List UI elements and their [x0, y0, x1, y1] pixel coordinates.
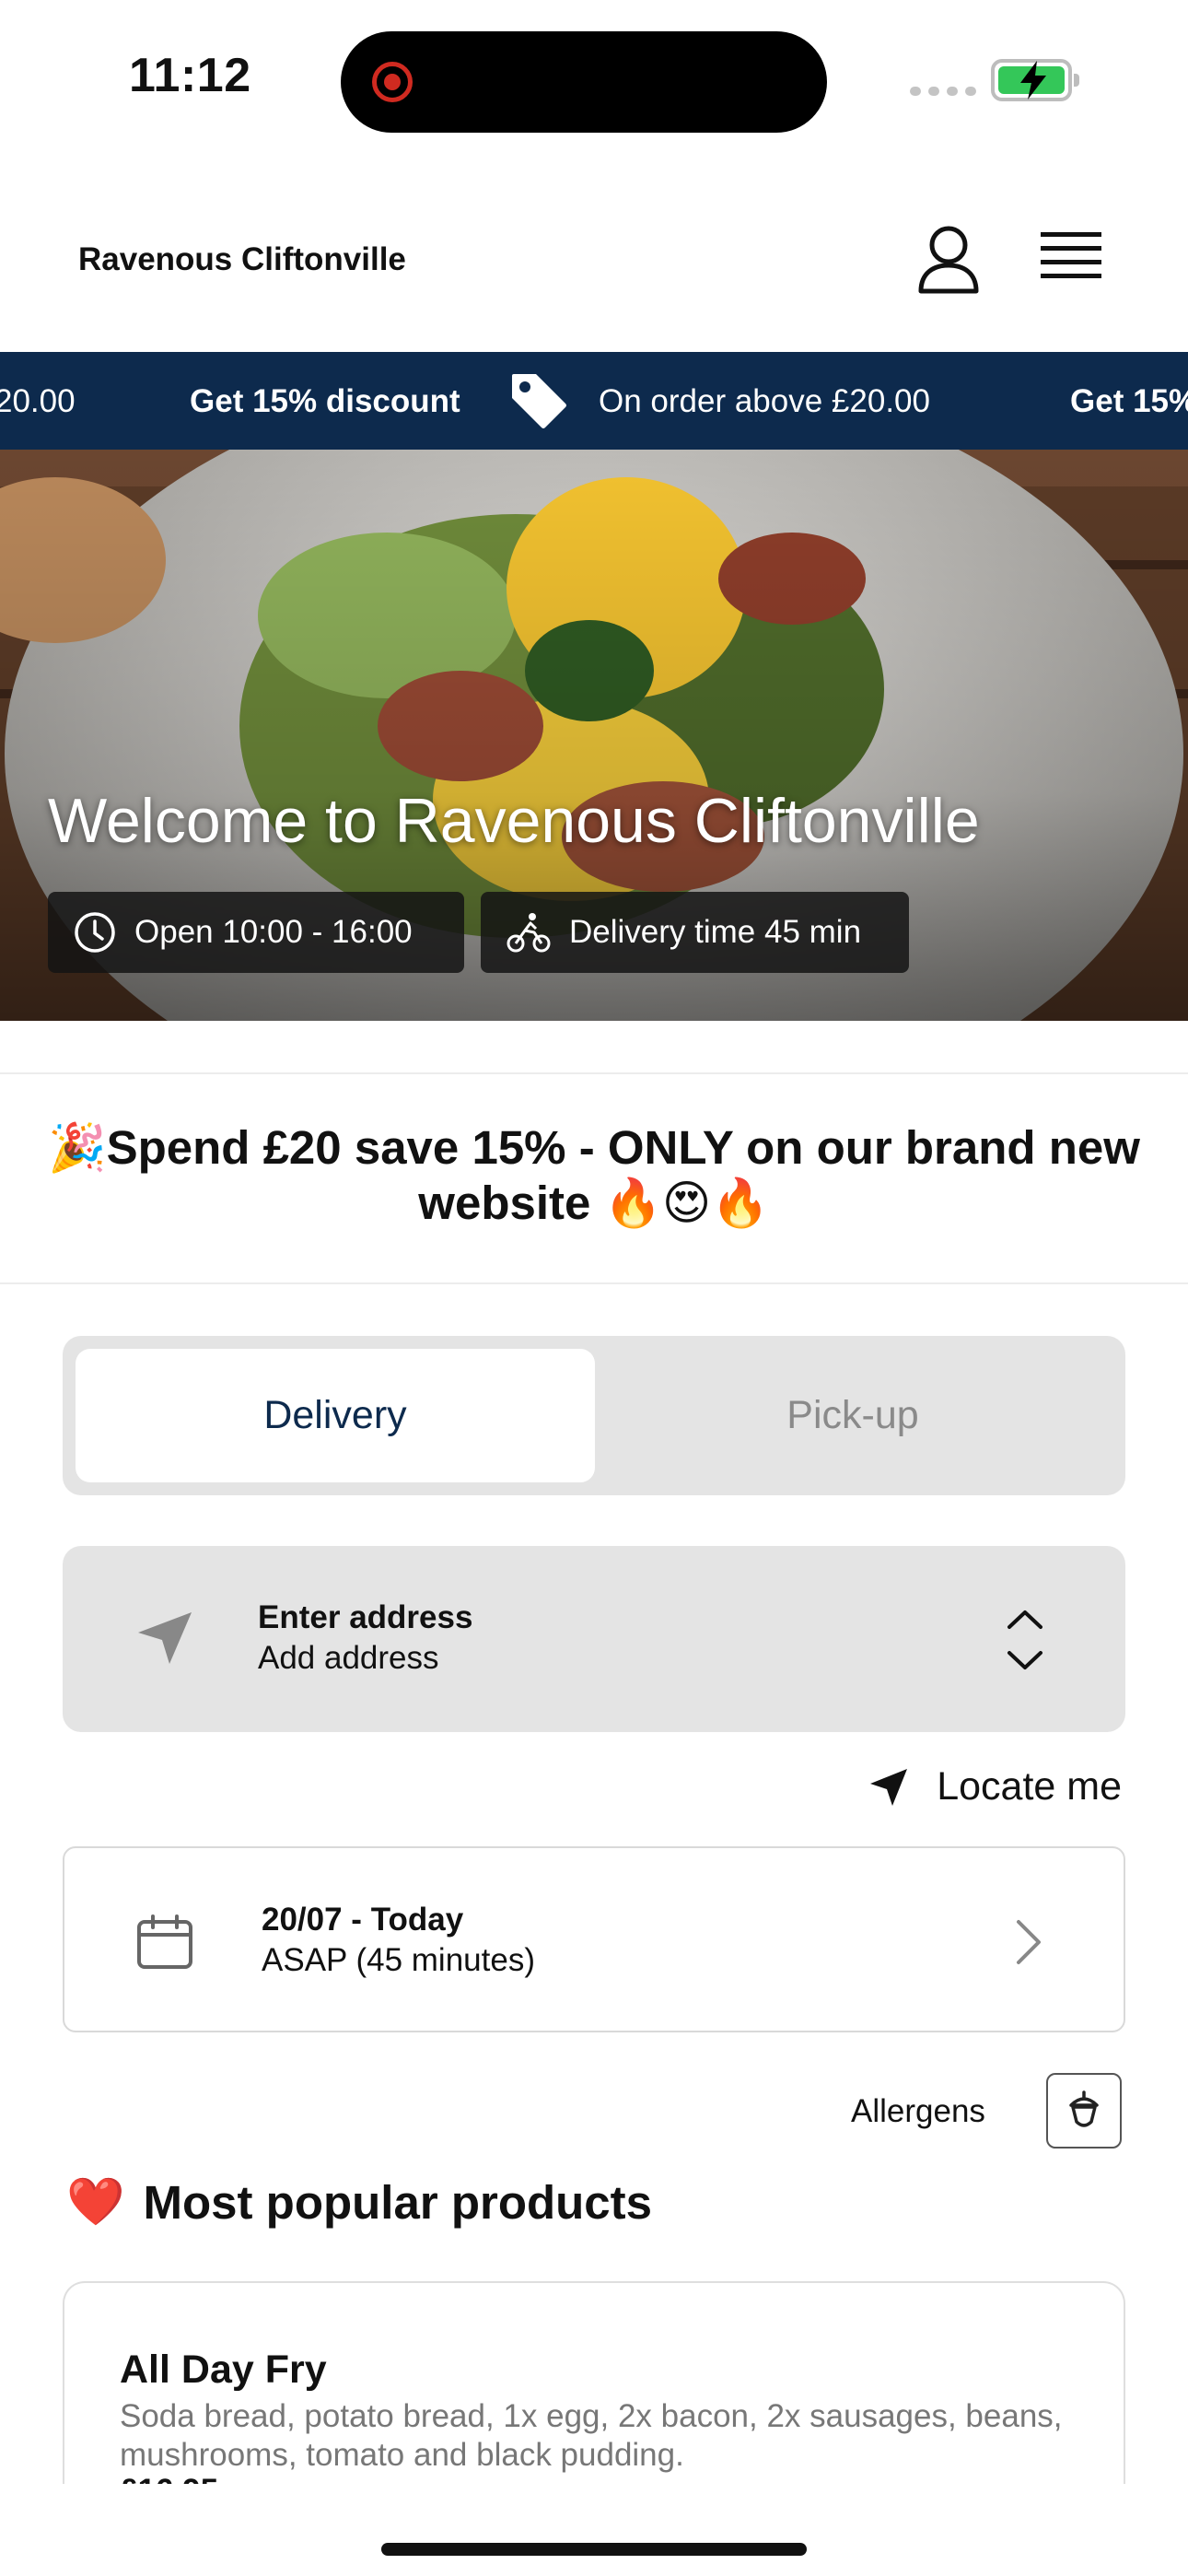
- popular-section-title: Most popular products: [143, 2175, 652, 2229]
- tab-delivery[interactable]: Delivery: [76, 1349, 595, 1482]
- promo-announcement: 🎉Spend £20 save 15% - ONLY on our brand …: [0, 1072, 1188, 1284]
- product-price: £16.95: [120, 2473, 218, 2484]
- tab-pickup[interactable]: Pick-up: [593, 1349, 1112, 1482]
- recording-icon: [372, 62, 413, 102]
- navigation-arrow-icon: [870, 1768, 908, 1806]
- delivery-date: 20/07 - Today: [262, 1902, 464, 1938]
- address-selector[interactable]: Enter address Add address: [63, 1546, 1125, 1732]
- account-icon[interactable]: [917, 225, 980, 295]
- popular-section-heading: ❤️ Most popular products: [66, 2174, 652, 2230]
- locate-me-label: Locate me: [937, 1764, 1122, 1809]
- ticker-item: On order above £20.00: [599, 383, 930, 419]
- price-tag-icon: [512, 374, 566, 428]
- heart-icon: ❤️: [66, 2175, 125, 2228]
- product-card[interactable]: All Day Fry Soda bread, potato bread, 1x…: [63, 2281, 1125, 2484]
- address-title: Enter address: [258, 1599, 473, 1635]
- hero-banner: Welcome to Ravenous Cliftonville Open 10…: [0, 450, 1188, 1021]
- order-mode-toggle: Delivery Pick-up: [63, 1336, 1125, 1495]
- battery-icon: [991, 59, 1079, 101]
- hamburger-menu-icon[interactable]: [1041, 228, 1101, 286]
- bicycle-courier-icon: [507, 913, 551, 953]
- ticker-item: 20.00: [0, 383, 76, 419]
- allergens-label: Allergens: [851, 2093, 985, 2129]
- opening-hours-chip: Open 10:00 - 16:00: [48, 892, 464, 973]
- allergens-button[interactable]: [1046, 2073, 1122, 2149]
- ticker-item: Get 15% discount: [190, 383, 460, 419]
- chevron-right-icon: [1017, 1920, 1041, 1964]
- location-arrow-icon: [138, 1612, 192, 1664]
- status-bar: 11:12: [0, 0, 1188, 161]
- app-header: Ravenous Cliftonville: [0, 184, 1188, 352]
- promo-announcement-text: 🎉Spend £20 save 15% - ONLY on our brand …: [48, 1121, 1140, 1229]
- ticker-item: Get 15%: [1070, 383, 1188, 419]
- home-indicator[interactable]: [381, 2543, 807, 2556]
- delivery-time-chip: Delivery time 45 min: [481, 892, 909, 973]
- delivery-time-text: Delivery time 45 min: [569, 914, 862, 950]
- calendar-icon: [137, 1914, 192, 1969]
- status-time: 11:12: [129, 49, 251, 102]
- acorn-allergen-icon: [1069, 2090, 1099, 2127]
- bottom-safe-area: [0, 2484, 1188, 2576]
- opening-hours-text: Open 10:00 - 16:00: [134, 914, 413, 950]
- product-description: Soda bread, potato bread, 1x egg, 2x bac…: [120, 2398, 1063, 2473]
- address-subtitle: Add address: [258, 1640, 439, 1676]
- chevron-up-down-icon: [1007, 1610, 1042, 1669]
- delivery-slot: ASAP (45 minutes): [262, 1942, 535, 1978]
- restaurant-name[interactable]: Ravenous Cliftonville: [78, 241, 406, 278]
- locate-me-button[interactable]: Locate me: [867, 1764, 1122, 1809]
- cellular-signal-icon: [910, 87, 976, 96]
- hero-title: Welcome to Ravenous Cliftonville: [48, 786, 980, 856]
- product-name: All Day Fry: [120, 2348, 327, 2392]
- delivery-time-selector[interactable]: 20/07 - Today ASAP (45 minutes): [63, 1846, 1125, 2032]
- promo-ticker: 20.00 Get 15% discount On order above £2…: [0, 352, 1188, 450]
- clock-icon: [75, 912, 115, 953]
- dynamic-island: [341, 31, 827, 133]
